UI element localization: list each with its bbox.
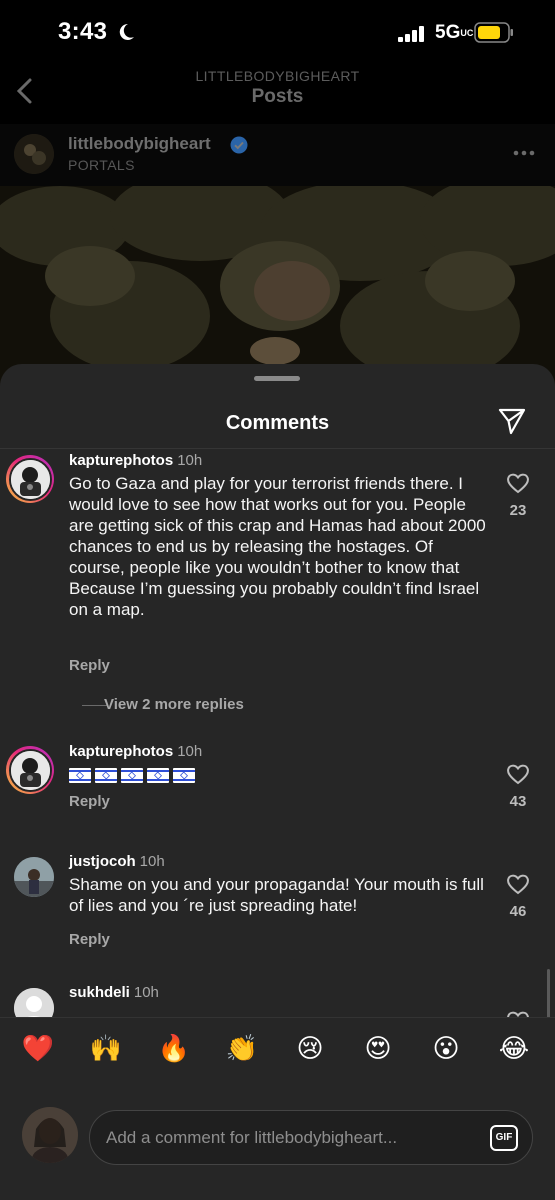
israel-flag-icon — [69, 768, 91, 783]
current-user-avatar[interactable] — [22, 1107, 78, 1163]
network-label: 5GUC — [435, 22, 474, 43]
comment-time: 10h — [177, 743, 203, 760]
commenter-avatar[interactable] — [14, 857, 54, 897]
israel-flag-icon — [121, 768, 143, 783]
comment-time: 10h — [133, 984, 159, 1001]
scrollbar-thumb[interactable] — [547, 969, 550, 1017]
reply-button[interactable]: Reply — [69, 657, 110, 674]
more-options-icon[interactable] — [513, 150, 535, 156]
signal-icon — [398, 26, 424, 42]
raised-hands-emoji-button[interactable]: 🙌 — [86, 1034, 126, 1064]
author-username[interactable]: littlebodybigheart — [68, 134, 211, 154]
gif-button[interactable]: GIF — [490, 1125, 518, 1151]
like-count: 46 — [509, 903, 527, 920]
israel-flag-icon — [173, 768, 195, 783]
clap-emoji-button[interactable]: 👏 — [222, 1034, 262, 1064]
post-image — [0, 186, 555, 386]
page-title: Posts — [251, 86, 304, 107]
reply-button[interactable]: Reply — [69, 931, 110, 948]
like-heart-icon[interactable] — [506, 1010, 530, 1017]
quick-emoji-bar: ❤️ 🙌 🔥 👏 😢 😍 😮 😂 — [0, 1017, 555, 1085]
commenter-avatar[interactable] — [6, 455, 54, 503]
comment-text: Shame on you and your propaganda! Your m… — [69, 875, 484, 915]
fire-emoji-button[interactable]: 🔥 — [154, 1034, 194, 1064]
like-heart-icon[interactable] — [506, 873, 530, 895]
post-author-row: littlebodybigheart PORTALS — [0, 124, 555, 186]
like-heart-icon[interactable] — [506, 472, 530, 494]
flag-emoji-row — [69, 768, 489, 783]
header-subtitle: LITTLEBODYBIGHEART — [195, 68, 360, 84]
comments-sheet: Comments kapturephotos 10h Go to Gaza and… — [0, 364, 555, 1200]
surprised-emoji-button[interactable]: 😮 — [426, 1034, 466, 1064]
comment-time: 10h — [177, 452, 203, 469]
share-send-icon[interactable] — [497, 406, 527, 436]
commenter-avatar[interactable] — [14, 988, 54, 1017]
comment-username[interactable]: kapturephotos — [69, 743, 173, 760]
moon-icon — [119, 23, 134, 40]
comment-username[interactable]: sukhdeli — [69, 984, 130, 1001]
comment-header: justjocoh 10h — [69, 853, 165, 870]
israel-flag-icon — [147, 768, 169, 783]
comment-username[interactable]: kapturephotos — [69, 452, 173, 469]
comment-username[interactable]: justjocoh — [69, 853, 136, 870]
comment-time: 10h — [139, 853, 165, 870]
sheet-grabber[interactable] — [254, 376, 300, 381]
crying-emoji-button[interactable]: 😢 — [290, 1034, 330, 1064]
comment-composer: GIF — [0, 1085, 555, 1200]
page-header: LITTLEBODYBIGHEART Posts — [0, 62, 555, 124]
like-count: 43 — [509, 793, 527, 810]
comments-list[interactable]: kapturephotos 10h Go to Gaza and play for… — [0, 449, 555, 1017]
heart-eyes-emoji-button[interactable]: 😍 — [358, 1034, 398, 1064]
israel-flag-icon — [95, 768, 117, 783]
comment-header: kapturephotos 10h — [69, 452, 202, 469]
status-bar: 3:43 5GUC — [0, 0, 555, 62]
comment-input-box[interactable]: GIF — [89, 1110, 533, 1165]
like-count: 23 — [509, 502, 527, 519]
commenter-avatar[interactable] — [6, 746, 54, 794]
comment-input[interactable] — [106, 1111, 466, 1164]
heart-emoji-button[interactable]: ❤️ — [18, 1034, 58, 1064]
comments-title: Comments — [225, 412, 330, 434]
verified-badge-icon — [230, 136, 248, 154]
comment-text: Go to Gaza and play for your terrorist f… — [69, 474, 486, 619]
author-avatar[interactable] — [14, 134, 54, 174]
reply-button[interactable]: Reply — [69, 793, 110, 810]
comment-header: kapturephotos 10h — [69, 743, 202, 760]
battery-icon — [474, 22, 513, 43]
comment-header: sukhdeli 10h — [69, 984, 159, 1001]
laughing-emoji-button[interactable]: 😂 — [494, 1034, 534, 1064]
like-heart-icon[interactable] — [506, 763, 530, 785]
author-subtitle: PORTALS — [68, 157, 135, 173]
status-time: 3:43 — [58, 18, 108, 45]
view-replies-label[interactable]: View 2 more replies — [104, 696, 244, 713]
